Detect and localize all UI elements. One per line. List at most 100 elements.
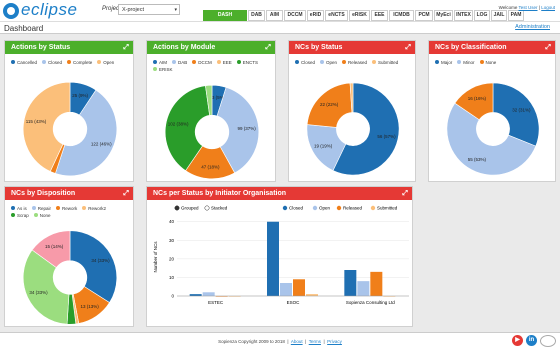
legend-label: Complete (73, 60, 93, 65)
legend-label[interactable]: Open (319, 206, 331, 211)
administration-link[interactable]: Administration (515, 24, 550, 30)
panel-ncs-disp: 34 (33%) 13 (13%) 34 (33%) 15 (14%) NCs by D… (4, 186, 134, 327)
legend-item[interactable]: Rework2 (82, 205, 106, 212)
panel-header: Actions by Module ⤢ (147, 41, 275, 54)
chat-icon[interactable] (540, 335, 556, 347)
legend-dot (295, 60, 299, 64)
legend-dot (236, 60, 241, 64)
legend-item[interactable]: Submitted (372, 59, 398, 66)
tab-encts[interactable]: eNCTS (325, 10, 348, 21)
toggle-label[interactable]: Grouped (181, 206, 199, 211)
legend-label: Major (441, 60, 453, 65)
terms-link[interactable]: Terms (309, 339, 321, 344)
legend-dot (31, 206, 36, 210)
legend-item[interactable]: ERISK (153, 66, 173, 73)
pie-slice[interactable] (69, 230, 118, 303)
tab-erid[interactable]: eRID (307, 10, 324, 21)
legend-item[interactable]: DCCM (192, 59, 212, 66)
toggle-radio[interactable] (204, 205, 210, 211)
pie-slice[interactable] (492, 82, 540, 147)
privacy-link[interactable]: Privacy (327, 339, 342, 344)
logout-link[interactable]: Logout (541, 5, 555, 10)
legend-label: Released (348, 60, 368, 65)
expand-icon[interactable]: ⤢ (123, 190, 129, 198)
module-nav: DASH DAB AIM DCCM eRID eNCTS eRISK EEE ICMDB PCM M… (203, 10, 525, 21)
legend-item[interactable]: Rework (56, 205, 77, 212)
panel-title: Actions by Status (11, 44, 71, 51)
bar[interactable] (357, 281, 370, 296)
tab-eee[interactable]: EEE (371, 10, 388, 21)
legend-item[interactable]: Minor (457, 59, 475, 66)
tab-dash[interactable]: DASH (203, 10, 247, 21)
linkedin-icon[interactable]: in (526, 335, 537, 346)
slice-label: 34 (33%) (91, 258, 110, 263)
bar[interactable] (306, 294, 318, 296)
legend-dot (372, 60, 377, 64)
footer-separator: | (323, 339, 325, 344)
bar[interactable] (202, 292, 215, 296)
tab-icmdb[interactable]: ICMDB (389, 10, 414, 21)
tab-intex[interactable]: INTEX (454, 10, 473, 21)
y-tick-label: 0 (171, 294, 174, 299)
bar[interactable] (344, 270, 357, 296)
about-link[interactable]: About (291, 339, 303, 344)
expand-icon[interactable]: ⤢ (402, 190, 408, 198)
expand-icon[interactable]: ⤢ (265, 44, 271, 52)
eclipse-logo[interactable]: eclipse (3, 0, 83, 20)
legend-item[interactable]: Open (97, 59, 114, 66)
legend-dot (320, 60, 325, 64)
legend-item[interactable]: Major (435, 59, 452, 66)
legend-item[interactable]: Scrap (11, 212, 29, 219)
legend-dot (82, 206, 87, 210)
tab-myeci[interactable]: MyEci (434, 10, 453, 21)
bar[interactable] (293, 279, 305, 296)
logo-icon (3, 3, 19, 19)
panel-header: Actions by Status ⤢ (5, 41, 133, 54)
legend-item[interactable]: Repair (31, 205, 51, 212)
tab-dccm[interactable]: DCCM (284, 10, 306, 21)
expand-icon[interactable]: ⤢ (405, 44, 411, 52)
legend-item[interactable]: ENCTS (236, 59, 258, 66)
legend-item[interactable]: Closed (42, 59, 62, 66)
user-link[interactable]: Test User (519, 5, 538, 10)
tab-erisk[interactable]: eRISK (349, 10, 370, 21)
legend-label: ERISK (159, 67, 173, 72)
tab-log[interactable]: LOG (474, 10, 490, 21)
legend-item[interactable]: None (479, 59, 496, 66)
legend-item[interactable]: As is (11, 205, 27, 212)
legend-item[interactable]: Closed (295, 59, 315, 66)
legend-label: Closed (301, 60, 316, 65)
bar[interactable] (280, 283, 292, 296)
panel-title: NCs by Disposition (11, 190, 76, 197)
legend-item[interactable]: Open (320, 59, 337, 66)
legend-label[interactable]: Released (343, 206, 363, 211)
tab-jail[interactable]: JAIL (491, 10, 507, 21)
toggle-radio[interactable] (174, 205, 180, 211)
legend-dot (336, 205, 342, 211)
bar[interactable] (267, 221, 279, 296)
legend-item[interactable]: Complete (67, 59, 92, 66)
legend-item[interactable]: AIM (153, 59, 167, 66)
legend-label[interactable]: Submitted (377, 206, 398, 211)
legend-dot (11, 206, 15, 210)
tab-dab[interactable]: DAB (248, 10, 265, 21)
panel-title: NCs by Status (295, 44, 343, 51)
bar[interactable] (370, 271, 383, 296)
bar[interactable] (189, 294, 202, 296)
project-select[interactable]: X-project ▾ (118, 4, 180, 15)
expand-icon[interactable]: ⤢ (545, 44, 551, 52)
legend-item[interactable]: DAB (172, 59, 187, 66)
legend-item[interactable]: None (33, 212, 51, 219)
expand-icon[interactable]: ⤢ (123, 44, 129, 52)
toggle-label[interactable]: Stacked (211, 206, 228, 211)
youtube-icon[interactable]: ▶ (512, 335, 523, 346)
legend-label[interactable]: Closed (289, 206, 304, 211)
welcome-separator: | (538, 5, 540, 10)
legend-item[interactable]: Cancelled (11, 59, 37, 66)
tab-pam[interactable]: PAM (508, 10, 524, 21)
panel-header: NCs by Status ⤢ (289, 41, 415, 54)
legend-item[interactable]: Released (342, 59, 367, 66)
tab-aim[interactable]: AIM (266, 10, 283, 21)
legend-item[interactable]: EEE (216, 59, 232, 66)
tab-pcm[interactable]: PCM (415, 10, 433, 21)
